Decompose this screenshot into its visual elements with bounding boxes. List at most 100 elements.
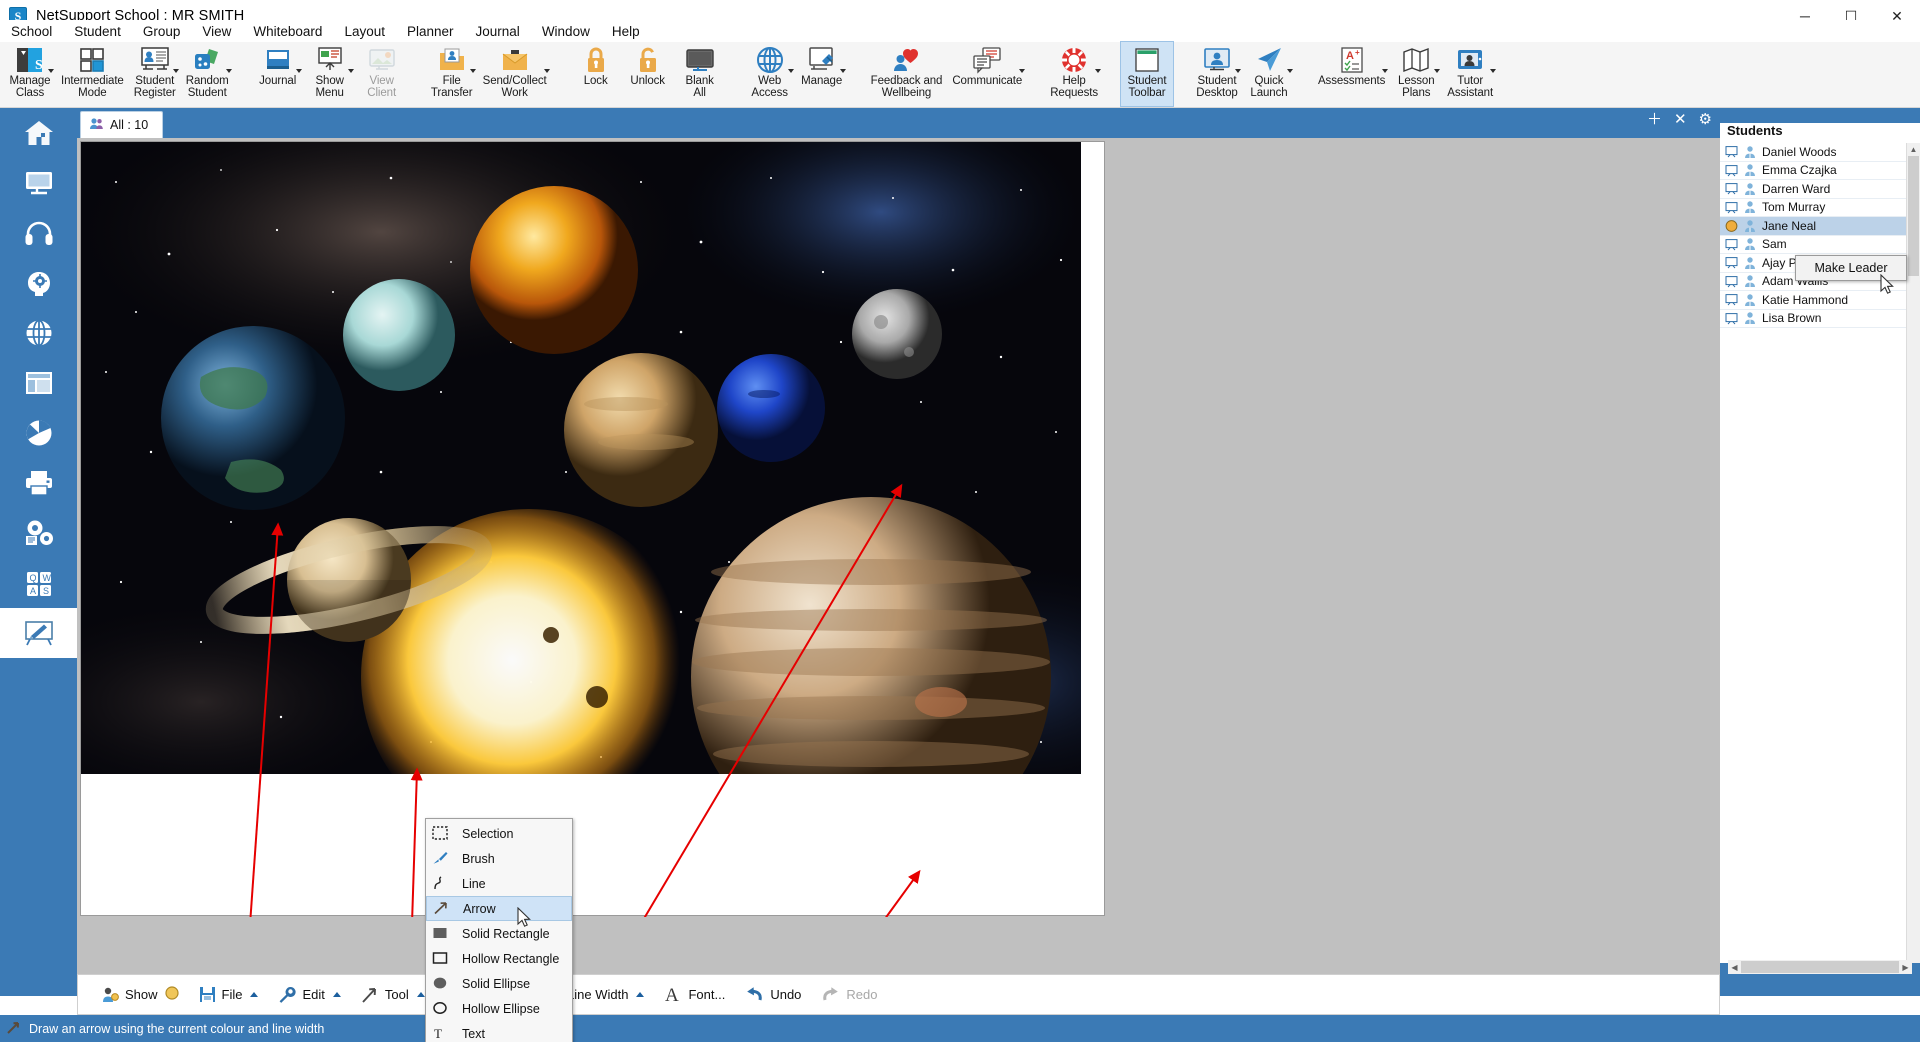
sidebar-item-applications[interactable] bbox=[0, 358, 77, 408]
menu-item-journal[interactable]: Journal bbox=[465, 22, 531, 41]
menu-item-group[interactable]: Group bbox=[132, 22, 192, 41]
screen-thumb-icon[interactable] bbox=[1725, 183, 1738, 194]
ribbon-show-menu[interactable]: Show Menu bbox=[304, 42, 356, 106]
sidebar-item-home[interactable] bbox=[0, 108, 77, 158]
gear-icon[interactable]: ⚙ bbox=[1699, 112, 1712, 128]
wb-edit[interactable]: Edit bbox=[269, 979, 349, 1011]
menu-item-school[interactable]: School bbox=[0, 22, 63, 41]
chevron-down-icon[interactable] bbox=[840, 69, 846, 73]
student-row[interactable]: Emma Czajka bbox=[1720, 162, 1920, 181]
menu-item-student[interactable]: Student bbox=[63, 22, 132, 41]
ribbon-assessments[interactable]: A+Assessments bbox=[1313, 42, 1390, 106]
ribbon-help-requests[interactable]: Help Requests bbox=[1045, 42, 1103, 106]
tool-menu-item-solid-ellipse[interactable]: Solid Ellipse bbox=[426, 971, 572, 996]
screen-thumb-icon[interactable] bbox=[1725, 239, 1738, 250]
scroll-up-arrow[interactable]: ▲ bbox=[1907, 143, 1920, 156]
screen-thumb-icon[interactable] bbox=[1725, 146, 1738, 157]
ribbon-student-register[interactable]: Student Register bbox=[129, 42, 181, 106]
chevron-up-icon[interactable] bbox=[333, 992, 341, 997]
students-vertical-scrollbar[interactable]: ▲ bbox=[1906, 143, 1920, 963]
wb-show[interactable]: Show bbox=[92, 979, 188, 1011]
chevron-down-icon[interactable] bbox=[296, 69, 302, 73]
context-menu-make-leader[interactable]: Make Leader bbox=[1795, 255, 1907, 281]
ribbon-file-transfer[interactable]: File Transfer bbox=[426, 42, 478, 106]
ribbon-lock[interactable]: Lock bbox=[570, 42, 622, 106]
student-row[interactable]: Sam bbox=[1720, 236, 1920, 255]
ribbon-view-client[interactable]: View Client bbox=[356, 42, 408, 106]
student-row[interactable]: Tom Murray bbox=[1720, 199, 1920, 218]
chevron-down-icon[interactable] bbox=[348, 69, 354, 73]
chevron-down-icon[interactable] bbox=[1490, 69, 1496, 73]
leader-marker-icon[interactable] bbox=[1725, 220, 1738, 231]
menu-item-whiteboard[interactable]: Whiteboard bbox=[242, 22, 333, 41]
wb-redo[interactable]: Redo bbox=[812, 979, 886, 1011]
chevron-down-icon[interactable] bbox=[788, 69, 794, 73]
menu-item-view[interactable]: View bbox=[191, 22, 242, 41]
ribbon-student-desktop[interactable]: Student Desktop bbox=[1191, 42, 1243, 106]
chevron-down-icon[interactable] bbox=[1019, 69, 1025, 73]
screen-thumb-icon[interactable] bbox=[1725, 276, 1738, 287]
students-horizontal-scrollbar[interactable]: ◀ ▶ bbox=[1728, 960, 1912, 974]
chevron-down-icon[interactable] bbox=[226, 69, 232, 73]
ribbon-send-collect-work[interactable]: Send/Collect Work bbox=[478, 42, 552, 106]
menu-item-help[interactable]: Help bbox=[601, 22, 651, 41]
wb-font[interactable]: AFont... bbox=[655, 979, 734, 1011]
screen-thumb-icon[interactable] bbox=[1725, 165, 1738, 176]
student-row[interactable]: Katie Hammond bbox=[1720, 291, 1920, 310]
student-row[interactable]: Daniel Woods bbox=[1720, 143, 1920, 162]
tab-all-students[interactable]: All : 10 bbox=[80, 111, 163, 138]
sidebar-item-keyboard[interactable]: QWAS bbox=[0, 558, 77, 608]
chevron-down-icon[interactable] bbox=[544, 69, 550, 73]
student-row[interactable]: Lisa Brown bbox=[1720, 310, 1920, 329]
chevron-down-icon[interactable] bbox=[1382, 69, 1388, 73]
wb-file[interactable]: File bbox=[190, 979, 268, 1011]
chevron-down-icon[interactable] bbox=[1287, 69, 1293, 73]
ribbon-communicate[interactable]: Communicate bbox=[947, 42, 1027, 106]
tool-menu-item-text[interactable]: TText bbox=[426, 1021, 572, 1042]
chevron-down-icon[interactable] bbox=[1434, 69, 1440, 73]
ribbon-web-access[interactable]: Web Access bbox=[744, 42, 796, 106]
sidebar-item-internet[interactable] bbox=[0, 308, 77, 358]
wb-tool[interactable]: Tool bbox=[352, 979, 434, 1011]
sidebar-item-printer[interactable] bbox=[0, 458, 77, 508]
sidebar-item-survey[interactable] bbox=[0, 408, 77, 458]
sidebar-item-monitor[interactable] bbox=[0, 158, 77, 208]
menu-item-window[interactable]: Window bbox=[531, 22, 601, 41]
chevron-down-icon[interactable] bbox=[1235, 69, 1241, 73]
tool-menu-item-hollow-ellipse[interactable]: Hollow Ellipse bbox=[426, 996, 572, 1021]
student-row[interactable]: Darren Ward bbox=[1720, 180, 1920, 199]
ribbon-journal[interactable]: Journal bbox=[252, 42, 304, 106]
ribbon-feedback-wellbeing[interactable]: Feedback and Wellbeing bbox=[866, 42, 948, 106]
add-tab-button[interactable]: ＋ bbox=[1647, 112, 1662, 128]
ribbon-intermediate-mode[interactable]: Intermediate Mode bbox=[56, 42, 129, 106]
tool-menu-item-brush[interactable]: Brush bbox=[426, 846, 572, 871]
tool-menu-item-selection[interactable]: Selection bbox=[426, 821, 572, 846]
chevron-down-icon[interactable] bbox=[1095, 69, 1101, 73]
sidebar-item-cognitive[interactable] bbox=[0, 258, 77, 308]
ribbon-blank-all[interactable]: Blank All bbox=[674, 42, 726, 106]
ribbon-lesson-plans[interactable]: Lesson Plans bbox=[1390, 42, 1442, 106]
scroll-left-arrow[interactable]: ◀ bbox=[1728, 961, 1741, 974]
menu-item-layout[interactable]: Layout bbox=[333, 22, 396, 41]
tool-menu-item-line[interactable]: Line bbox=[426, 871, 572, 896]
chevron-down-icon[interactable] bbox=[470, 69, 476, 73]
ribbon-tutor-assistant[interactable]: Tutor Assistant bbox=[1442, 42, 1498, 106]
scroll-right-arrow[interactable]: ▶ bbox=[1899, 961, 1912, 974]
chevron-up-icon[interactable] bbox=[417, 992, 425, 997]
chevron-down-icon[interactable] bbox=[173, 69, 179, 73]
ribbon-student-toolbar[interactable]: Student Toolbar bbox=[1121, 42, 1173, 106]
scroll-thumb-h[interactable] bbox=[1741, 961, 1899, 973]
tool-menu-item-hollow-rectangle[interactable]: Hollow Rectangle bbox=[426, 946, 572, 971]
ribbon-manage-apps[interactable]: Manage bbox=[796, 42, 848, 106]
ribbon-unlock[interactable]: Unlock bbox=[622, 42, 674, 106]
whiteboard-canvas[interactable]: Earth Jupiter SelectionBrushLineArrowSol… bbox=[80, 141, 1105, 916]
student-row[interactable]: Jane Neal bbox=[1720, 217, 1920, 236]
sidebar-item-devices[interactable] bbox=[0, 508, 77, 558]
chevron-up-icon[interactable] bbox=[250, 992, 258, 997]
screen-thumb-icon[interactable] bbox=[1725, 313, 1738, 324]
ribbon-random-student[interactable]: Random Student bbox=[181, 42, 234, 106]
sidebar-item-whiteboard[interactable] bbox=[0, 608, 77, 658]
scroll-thumb[interactable] bbox=[1908, 156, 1919, 276]
wb-undo[interactable]: Undo bbox=[736, 979, 810, 1011]
sidebar-item-audio[interactable] bbox=[0, 208, 77, 258]
